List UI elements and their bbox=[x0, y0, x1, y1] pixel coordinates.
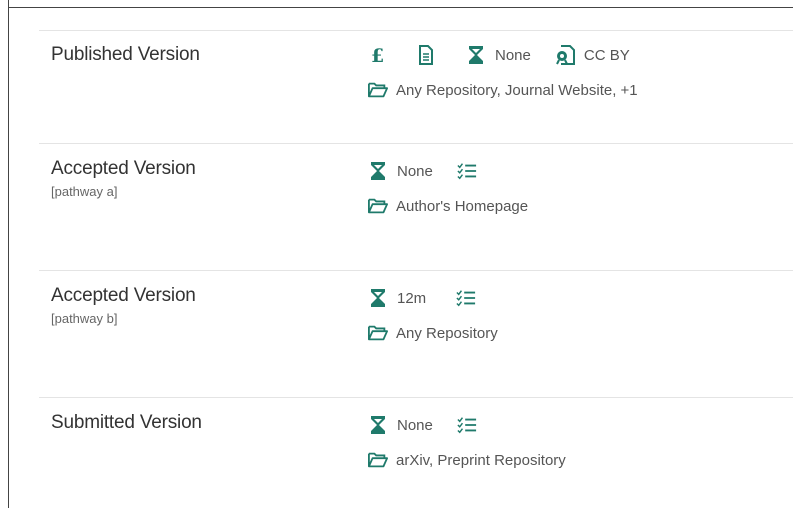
hourglass-icon bbox=[368, 288, 388, 308]
pathway-label: [pathway a] bbox=[51, 184, 118, 199]
embargo-value: None bbox=[397, 416, 433, 434]
embargo-value: None bbox=[495, 46, 531, 64]
version-title: Accepted Version bbox=[51, 285, 196, 306]
locations: Any Repository, Journal Website, +1 bbox=[368, 80, 638, 100]
document-icon[interactable] bbox=[416, 45, 436, 65]
locations-text[interactable]: Any Repository bbox=[396, 325, 498, 342]
pathway-row-accepted-a: Accepted Version [pathway a] None Author… bbox=[39, 143, 793, 270]
folder-icon bbox=[368, 80, 388, 100]
conditions-list-icon[interactable] bbox=[457, 161, 477, 181]
version-title: Published Version bbox=[51, 44, 200, 65]
locations-text[interactable]: Any Repository, Journal Website, +1 bbox=[396, 82, 638, 99]
frame-top-border bbox=[8, 7, 793, 8]
svg-text:£: £ bbox=[371, 45, 384, 65]
pathway-icons: 12m bbox=[368, 287, 476, 309]
folder-icon bbox=[368, 323, 388, 343]
version-title: Submitted Version bbox=[51, 412, 202, 433]
frame-left-border bbox=[8, 0, 9, 508]
conditions-list-icon[interactable] bbox=[457, 415, 477, 435]
locations: Author's Homepage bbox=[368, 196, 528, 216]
locations-text[interactable]: Author's Homepage bbox=[396, 198, 528, 215]
pathway-icons: None bbox=[368, 160, 477, 182]
license-icon[interactable] bbox=[555, 45, 575, 65]
locations: Any Repository bbox=[368, 323, 498, 343]
folder-icon bbox=[368, 450, 388, 470]
pathway-row-published: Published Version £ None CC BY Any Repos… bbox=[39, 30, 793, 143]
locations: arXiv, Preprint Repository bbox=[368, 450, 566, 470]
version-title: Accepted Version bbox=[51, 158, 196, 179]
pathway-row-accepted-b: Accepted Version [pathway b] 12m Any Rep… bbox=[39, 270, 793, 397]
pathway-icons: None bbox=[368, 414, 477, 436]
hourglass-icon bbox=[368, 161, 388, 181]
hourglass-icon bbox=[368, 415, 388, 435]
conditions-list-icon[interactable] bbox=[456, 288, 476, 308]
pathway-row-submitted: Submitted Version None arXiv, Preprint R… bbox=[39, 397, 793, 508]
embargo-value: None bbox=[397, 162, 433, 180]
pathway-label: [pathway b] bbox=[51, 311, 118, 326]
locations-text[interactable]: arXiv, Preprint Repository bbox=[396, 452, 566, 469]
pathway-icons: £ None CC BY bbox=[368, 44, 630, 66]
hourglass-icon bbox=[466, 45, 486, 65]
folder-icon bbox=[368, 196, 388, 216]
license-value: CC BY bbox=[583, 46, 630, 64]
pound-fee-icon[interactable]: £ bbox=[368, 45, 388, 65]
embargo-value: 12m bbox=[397, 289, 427, 307]
